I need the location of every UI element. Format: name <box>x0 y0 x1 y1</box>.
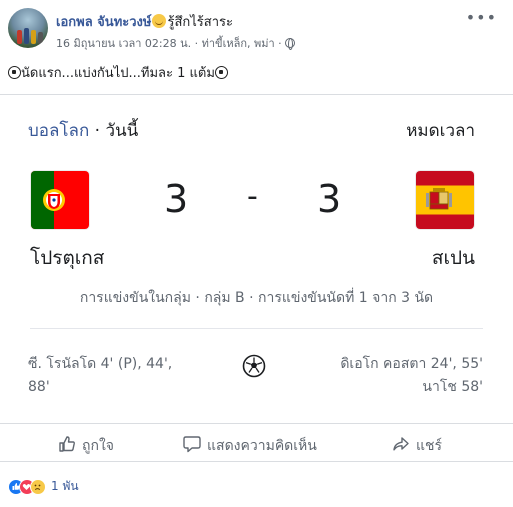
post-actions: ถูกใจ แสดงความคิดเห็น แชร์ <box>0 426 513 462</box>
card-divider <box>30 328 483 329</box>
share-label: แชร์ <box>416 438 443 454</box>
thumbs-up-icon <box>59 436 75 452</box>
soccer-ball-emoji-icon <box>214 66 228 79</box>
away-team-name[interactable]: สเปน <box>432 243 475 273</box>
home-score: 3 <box>164 177 189 221</box>
match-info: การแข่งขันในกลุ่ม · กลุ่ม B · การแข่งขัน… <box>79 290 434 306</box>
more-options-button[interactable]: ••• <box>466 8 497 27</box>
away-scorers: ดิเอโก คอสตา 24', 55' นาโช 58' <box>283 353 483 399</box>
share-button[interactable]: แชร์ <box>392 435 442 457</box>
globe-icon <box>284 38 295 50</box>
home-scorer-line: 88' <box>28 379 50 395</box>
home-scorers: ซี. โรนัลโด 4' (P), 44', 88' <box>28 353 198 399</box>
away-scorer-line: นาโช 58' <box>422 379 483 395</box>
away-score: 3 <box>317 177 342 221</box>
sad-reaction-icon <box>30 478 46 495</box>
post-meta: 16 มิถุนายน เวลา 02:28 น. · ท่าขี้เหล็ก,… <box>56 34 295 52</box>
score-separator: - <box>247 179 258 214</box>
soccer-ball-emoji-icon <box>8 66 21 79</box>
feeling-text: รู้สึกไร้สาระ <box>167 15 233 30</box>
portugal-flag-icon[interactable] <box>31 171 89 229</box>
home-team-name[interactable]: โปรตุเกส <box>30 243 104 273</box>
comment-button[interactable]: แสดงความคิดเห็น <box>183 435 317 457</box>
card-league-line: บอลโลก · วันนี้ <box>28 117 138 144</box>
post-location[interactable]: · ท่าขี้เหล็ก, พม่า · <box>195 37 282 50</box>
like-button[interactable]: ถูกใจ <box>58 435 114 457</box>
share-icon <box>393 437 409 451</box>
comment-label: แสดงความคิดเห็น <box>207 438 317 454</box>
home-scorer-line: ซี. โรนัลโด 4' (P), 44', <box>28 356 173 372</box>
league-link[interactable]: บอลโลก <box>28 121 89 141</box>
spain-flag-icon[interactable] <box>416 171 474 229</box>
author-name[interactable]: เอกพล จันทะวงษ์ <box>56 15 151 30</box>
soccer-ball-icon <box>242 354 266 378</box>
match-date: วันนี้ <box>105 121 139 141</box>
like-label: ถูกใจ <box>82 438 114 454</box>
match-card[interactable]: บอลโลก · วันนี้ หมดเวลา โปรตุเกส สเปน 3 … <box>0 94 513 424</box>
post-header: เอกพล จันทะวงษ์ รู้สึกไร้สาระ 16 มิถุนายน… <box>0 0 513 56</box>
post-text: นัดแรก...แบ่งกันไป...ทีมละ 1 แต้ม <box>8 62 228 83</box>
away-scorer-line: ดิเอโก คอสตา 24', 55' <box>340 356 483 372</box>
reaction-count[interactable]: 1 พัน <box>51 479 79 493</box>
avatar[interactable] <box>8 8 48 48</box>
author-line: เอกพล จันทะวงษ์ รู้สึกไร้สาระ <box>56 11 233 32</box>
post-text-body: นัดแรก...แบ่งกันไป...ทีมละ 1 แต้ม <box>21 66 215 81</box>
reactions-summary[interactable]: 1 พัน <box>8 476 79 495</box>
smile-emoji-icon <box>152 14 167 28</box>
post-timestamp[interactable]: 16 มิถุนายน เวลา 02:28 น. <box>56 37 191 50</box>
league-separator: · <box>89 121 106 141</box>
comment-icon <box>183 436 201 453</box>
match-status: หมดเวลา <box>406 121 475 141</box>
